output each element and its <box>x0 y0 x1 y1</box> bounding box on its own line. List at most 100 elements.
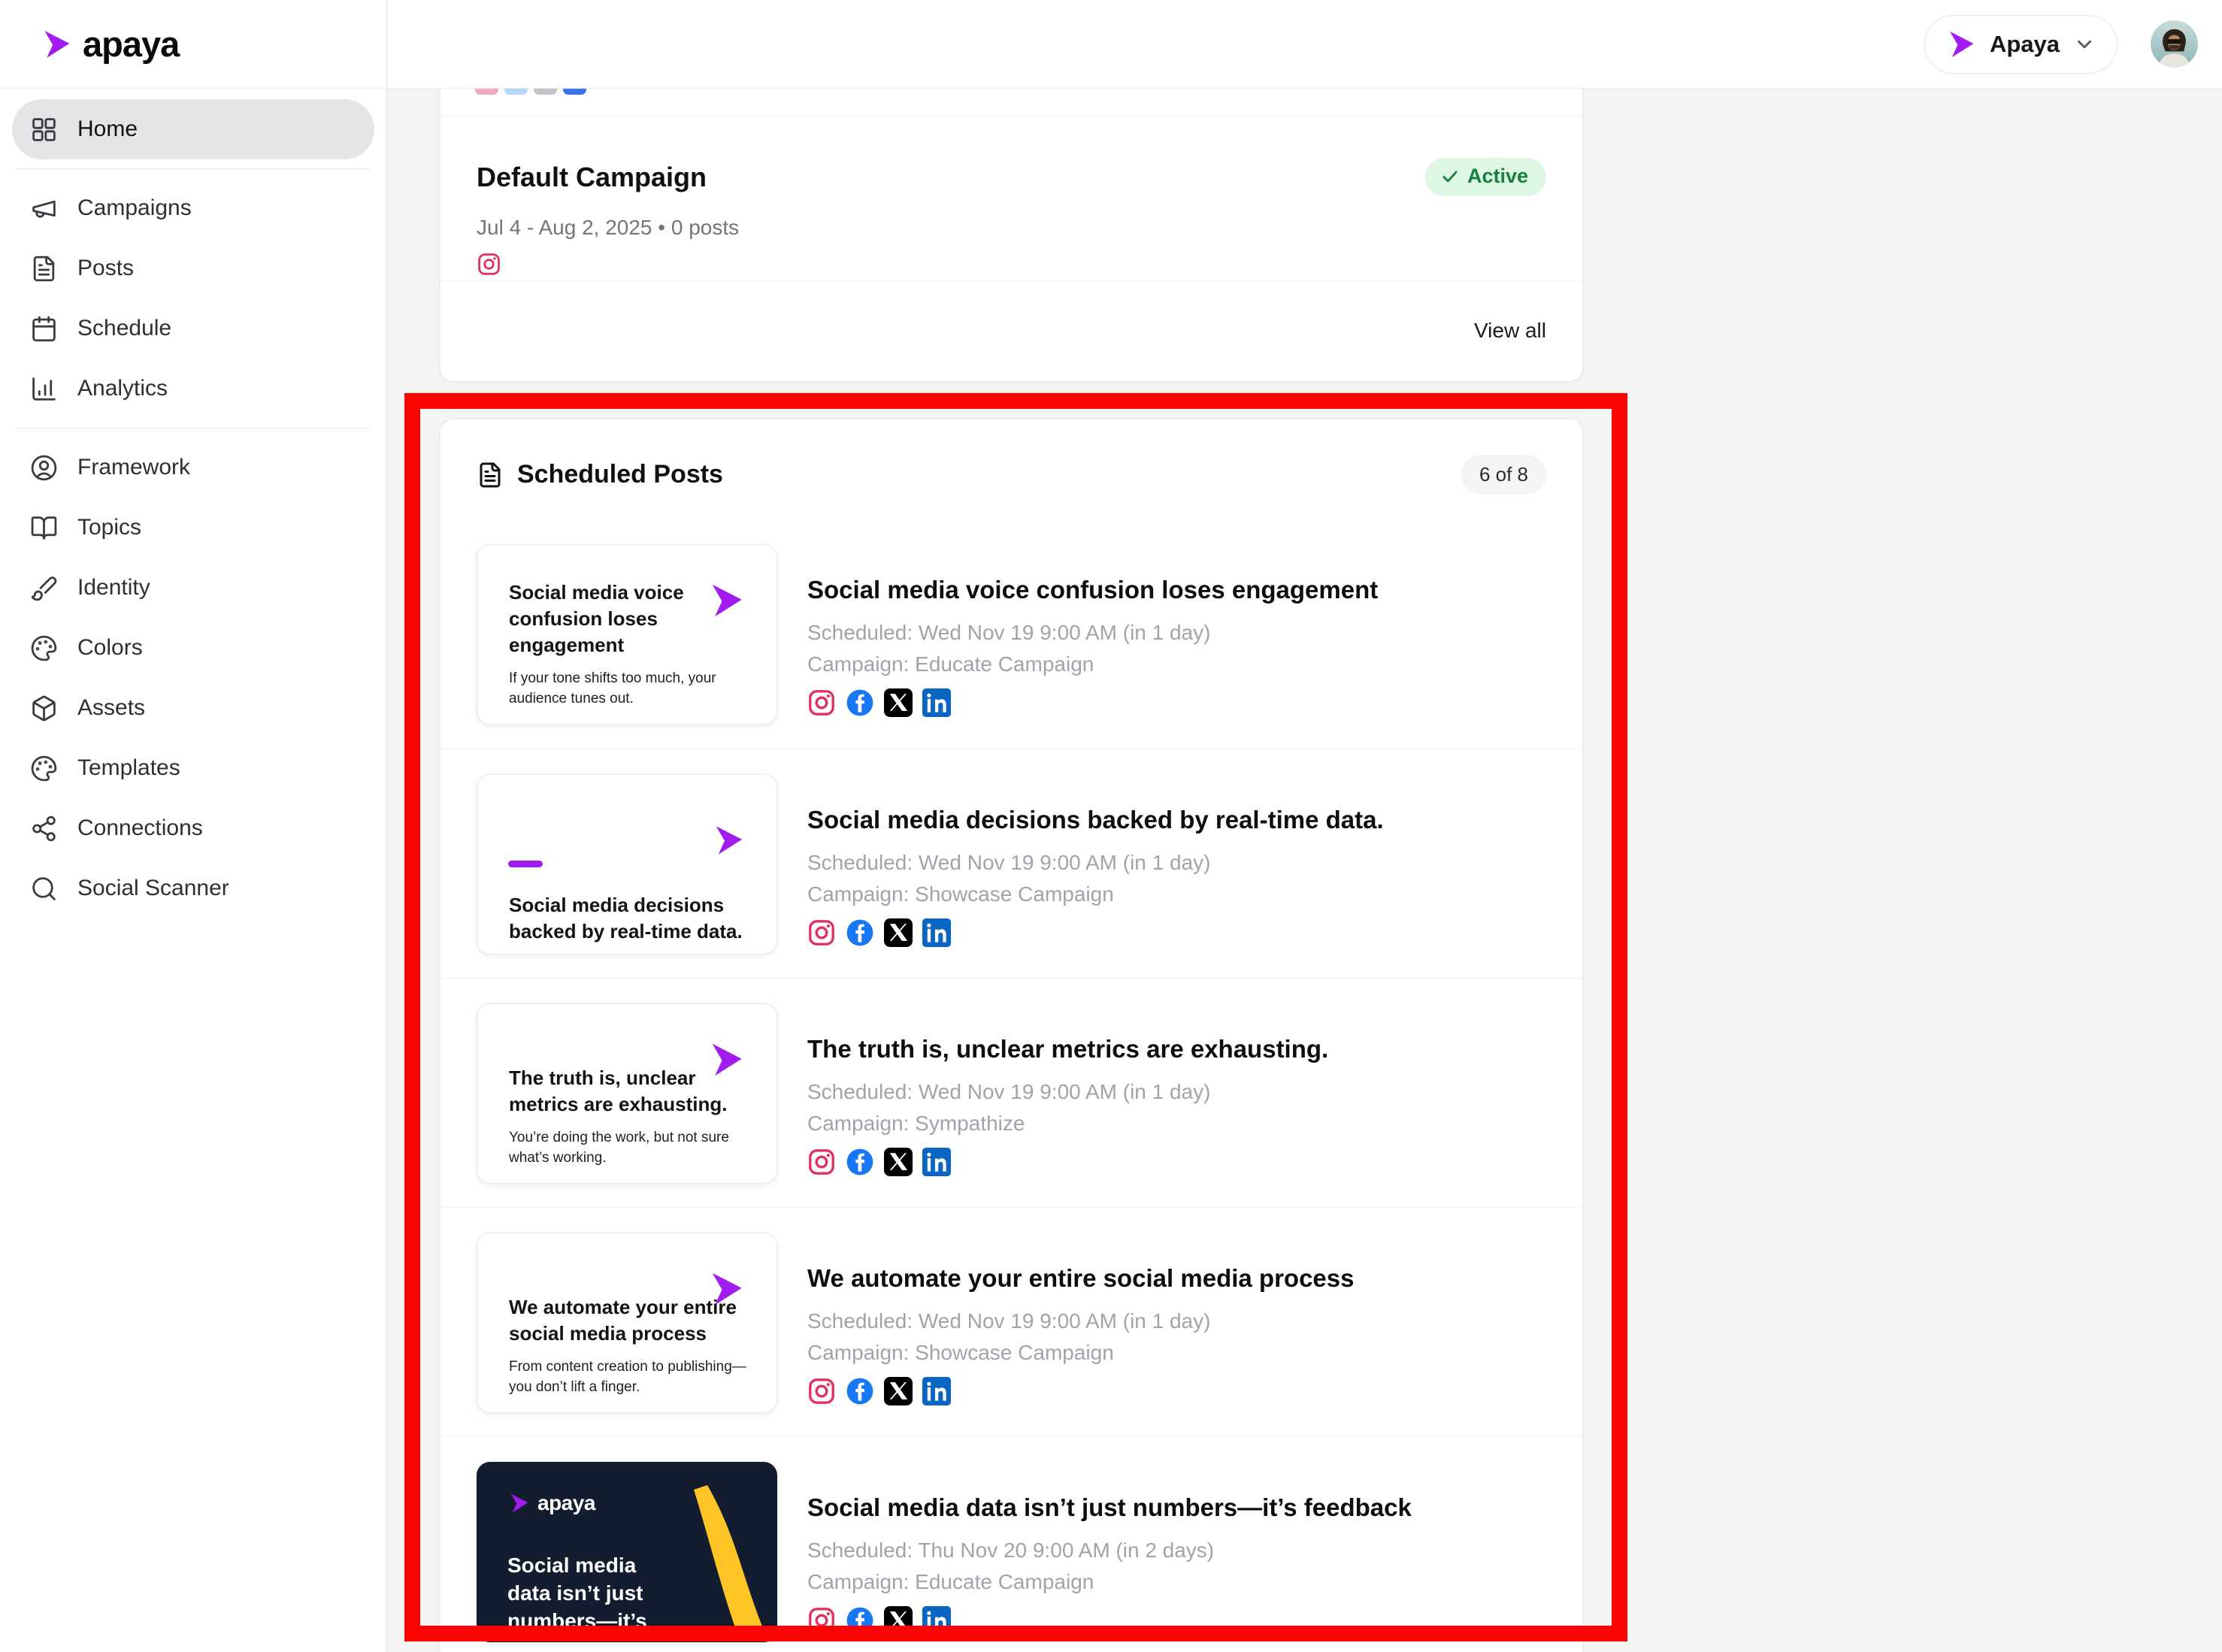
sidebar-divider <box>17 168 370 169</box>
sidebar-item-label: Campaigns <box>77 195 192 220</box>
scheduled-post-row[interactable]: We automate your entire social media pro… <box>440 1207 1582 1436</box>
file-text-icon <box>33 256 55 281</box>
scheduled-posts-header: Scheduled Posts 6 of 8 <box>440 419 1582 519</box>
palette-icon <box>31 635 57 661</box>
x-icon <box>884 918 913 947</box>
sidebar-item-schedule[interactable]: Schedule <box>12 298 374 359</box>
user-avatar[interactable] <box>2151 20 2198 68</box>
post-scheduled-time: Scheduled: Wed Nov 19 9:00 AM (in 1 day) <box>807 1080 1211 1103</box>
instagram-icon <box>475 89 498 95</box>
post-scheduled-time: Scheduled: Wed Nov 19 9:00 AM (in 1 day) <box>807 621 1211 644</box>
sidebar-item-templates[interactable]: Templates <box>12 738 374 798</box>
post-title: Social media data isn’t just numbers—it’… <box>807 1493 1412 1521</box>
facebook-icon <box>846 919 873 946</box>
thumbnail-subtext: From content creation to publishing—you … <box>509 1359 746 1395</box>
paintbrush-icon <box>31 576 57 601</box>
campaigns-card-footer: View all <box>440 281 1582 380</box>
status-badge: Active <box>1424 158 1546 196</box>
thumbnail-subtext: You’re doing the work, but not sure what… <box>509 1130 729 1166</box>
thumbnail-heading: Social media voice confusion loses engag… <box>509 581 684 656</box>
sidebar-item-analytics[interactable]: Analytics <box>12 359 374 419</box>
instagram-icon <box>809 1378 834 1404</box>
workspace-switcher-button[interactable]: Apaya <box>1924 14 2118 74</box>
sidebar-item-social-scanner[interactable]: Social Scanner <box>12 858 374 918</box>
thumbnail-heading: We automate your entire social media pro… <box>509 1296 737 1345</box>
post-thumbnail: Social media voice confusion loses engag… <box>477 544 777 725</box>
facebook-icon <box>846 1607 873 1634</box>
sidebar-item-label: Posts <box>77 256 135 280</box>
apaya-wordmark: apaya <box>537 1491 595 1514</box>
avatar-photo <box>2158 29 2190 68</box>
sidebar-nav: Home Campaigns Posts Schedule Analytics <box>0 89 386 918</box>
sidebar-item-label: Schedule <box>77 316 172 340</box>
sidebar-item-campaigns[interactable]: Campaigns <box>12 178 374 238</box>
section-title: Scheduled Posts <box>517 460 723 489</box>
x-icon <box>884 1377 913 1405</box>
instagram-icon <box>809 920 834 946</box>
sidebar-item-connections[interactable]: Connections <box>12 798 374 858</box>
megaphone-icon <box>32 200 56 218</box>
cutoff-campaign-row <box>440 89 1582 116</box>
instagram-icon <box>809 1149 834 1175</box>
facebook-icon <box>846 1148 873 1175</box>
instagram-icon <box>809 1608 834 1633</box>
x-icon <box>884 1606 913 1635</box>
sidebar-item-topics[interactable]: Topics <box>12 498 374 558</box>
share-icon <box>32 815 56 841</box>
apaya-logo-icon <box>511 1493 528 1513</box>
post-thumbnail: apaya Social media data isn’t just numbe… <box>477 1462 777 1642</box>
sidebar-item-label: Colors <box>77 635 143 660</box>
sidebar-item-label: Topics <box>77 515 142 540</box>
facebook-icon <box>846 689 873 716</box>
post-scheduled-time: Scheduled: Thu Nov 20 9:00 AM (in 2 days… <box>807 1539 1215 1562</box>
post-title: We automate your entire social media pro… <box>807 1264 1355 1292</box>
check-icon <box>1442 171 1458 182</box>
sidebar-item-label: Social Scanner <box>77 876 229 900</box>
apaya-logo-icon <box>44 30 70 58</box>
scheduled-post-row[interactable]: apaya Social media data isn’t just numbe… <box>440 1436 1582 1652</box>
thumbnail-heading: Social media decisions backed by real-ti… <box>509 894 743 942</box>
post-campaign: Campaign: Sympathize <box>807 1112 1025 1135</box>
view-all-link[interactable]: View all <box>1474 319 1546 343</box>
facebook-icon <box>504 89 528 95</box>
campaign-row[interactable]: Default Campaign Active Jul 4 - Aug 2, 2… <box>440 116 1582 281</box>
sidebar-item-posts[interactable]: Posts <box>12 238 374 298</box>
post-campaign: Campaign: Educate Campaign <box>807 652 1094 676</box>
post-thumbnail: Social media decisions backed by real-ti… <box>477 774 777 955</box>
campaign-name: Default Campaign <box>477 161 707 192</box>
scheduled-posts-card: Scheduled Posts 6 of 8 Social media voic… <box>440 419 1583 1652</box>
linkedin-icon <box>922 918 951 947</box>
sidebar-item-assets[interactable]: Assets <box>12 678 374 738</box>
post-thumbnail: The truth is, unclear metrics are exhaus… <box>477 1003 777 1184</box>
sidebar-item-colors[interactable]: Colors <box>12 618 374 678</box>
sidebar-item-label: Connections <box>77 815 203 840</box>
user-circle-icon <box>31 455 57 480</box>
sidebar-item-label: Assets <box>77 695 146 720</box>
thumbnail-heading: The truth is, unclear metrics are exhaus… <box>509 1067 728 1115</box>
scheduled-post-row[interactable]: Social media voice confusion loses engag… <box>440 519 1582 749</box>
apaya-logo-icon <box>1949 31 1974 57</box>
search-icon <box>32 876 56 900</box>
sidebar-item-framework[interactable]: Framework <box>12 437 374 498</box>
linkedin-icon <box>922 1377 951 1405</box>
campaign-platforms <box>477 252 1546 280</box>
box-icon <box>32 695 56 721</box>
linkedin-icon <box>922 1606 951 1635</box>
scheduled-post-row[interactable]: The truth is, unclear metrics are exhaus… <box>440 978 1582 1207</box>
scheduled-post-row[interactable]: Social media decisions backed by real-ti… <box>440 749 1582 978</box>
sidebar-item-identity[interactable]: Identity <box>12 558 374 618</box>
sidebar-item-home[interactable]: Home <box>12 99 374 159</box>
sidebar-item-label: Templates <box>77 755 180 780</box>
campaigns-card: Default Campaign Active Jul 4 - Aug 2, 2… <box>440 89 1583 382</box>
post-thumbnail: We automate your entire social media pro… <box>477 1233 777 1413</box>
facebook-icon <box>846 1378 873 1405</box>
palette-icon <box>31 755 57 781</box>
x-icon <box>884 688 913 717</box>
post-scheduled-time: Scheduled: Wed Nov 19 9:00 AM (in 1 day) <box>807 851 1211 874</box>
thumbnail-subtext: If your tone shifts too much, your audie… <box>509 670 716 706</box>
accent-dash <box>508 861 543 867</box>
instagram-icon <box>478 253 500 275</box>
post-title: The truth is, unclear metrics are exhaus… <box>807 1035 1329 1063</box>
post-platforms <box>807 918 1384 947</box>
x-icon <box>884 1148 913 1176</box>
